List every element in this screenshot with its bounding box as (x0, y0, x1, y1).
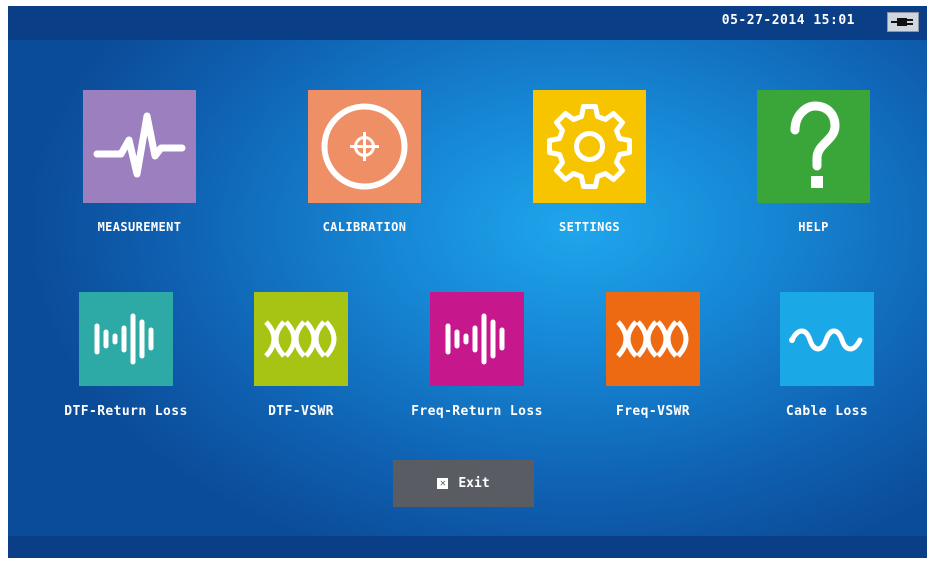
cable-loss-tile[interactable]: Cable Loss (780, 292, 874, 422)
dtf-return-loss-button[interactable] (79, 292, 173, 386)
plug-icon (887, 12, 919, 32)
settings-button[interactable] (533, 90, 646, 203)
measurement-tile[interactable]: MEASUREMENT (83, 90, 196, 240)
crosshair-icon (321, 103, 408, 190)
vswr-icon (616, 320, 689, 358)
dtf-vswr-button[interactable] (254, 292, 348, 386)
help-label: HELP (798, 220, 829, 234)
settings-label: SETTINGS (559, 220, 620, 234)
exit-label: Exit (458, 476, 490, 491)
main-screen: 05-27-2014 15:01 MEASUREMENT CALIBRATION… (8, 6, 927, 558)
question-icon (790, 101, 840, 188)
dtf-vswr-tile[interactable]: DTF-VSWR (254, 292, 348, 422)
measurement-button[interactable] (83, 90, 196, 203)
close-box-icon: ✕ (437, 478, 449, 489)
return-loss-icon (445, 313, 505, 365)
calibration-label: CALIBRATION (322, 220, 407, 234)
freq-vswr-button[interactable] (606, 292, 700, 386)
return-loss-icon (94, 313, 154, 365)
gear-icon (547, 104, 632, 189)
calibration-tile[interactable]: CALIBRATION (308, 90, 421, 240)
help-button[interactable] (757, 90, 870, 203)
freq-vswr-tile[interactable]: Freq-VSWR (606, 292, 700, 422)
freq-return-loss-button[interactable] (430, 292, 524, 386)
waveform-icon (93, 112, 186, 178)
freq-return-loss-tile[interactable]: Freq-Return Loss (411, 292, 542, 422)
settings-tile[interactable]: SETTINGS (533, 90, 646, 240)
status-bar: 05-27-2014 15:01 (8, 6, 927, 40)
calibration-button[interactable] (308, 90, 421, 203)
cable-loss-button[interactable] (780, 292, 874, 386)
help-tile[interactable]: HELP (757, 90, 870, 240)
vswr-icon (264, 320, 337, 358)
datetime-display: 05-27-2014 15:01 (721, 13, 855, 28)
bottom-bar (8, 536, 927, 558)
exit-button[interactable]: ✕ Exit (393, 460, 534, 507)
sine-wave-icon (789, 328, 863, 352)
cable-loss-label: Cable Loss (785, 404, 869, 419)
dtf-return-loss-tile[interactable]: DTF-Return Loss (64, 292, 187, 422)
measurement-label: MEASUREMENT (97, 220, 182, 234)
